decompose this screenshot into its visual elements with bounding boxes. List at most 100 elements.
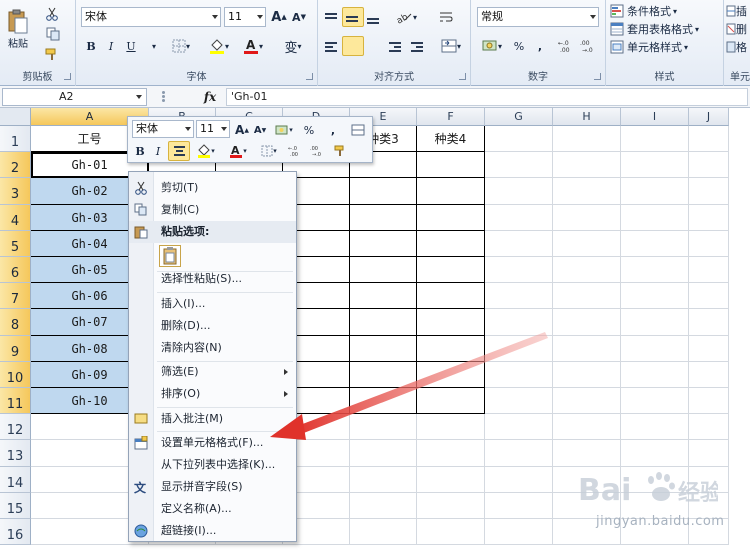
row-header-4[interactable]: 4: [0, 204, 31, 231]
cell-g11[interactable]: [485, 388, 553, 415]
cell-f8[interactable]: [417, 309, 485, 336]
cell-f12[interactable]: [417, 414, 485, 441]
copy-button[interactable]: [40, 24, 68, 44]
cell-j11[interactable]: [689, 388, 729, 415]
insert-function-button[interactable]: fx: [198, 88, 222, 106]
alignment-launcher[interactable]: [459, 73, 466, 80]
cell-f7[interactable]: [417, 283, 485, 310]
mini-center-button[interactable]: [168, 141, 190, 161]
cell-f9[interactable]: [417, 335, 485, 362]
formula-input[interactable]: 'Gh-01: [226, 88, 748, 106]
cell-j6[interactable]: [689, 257, 729, 284]
cell-i11[interactable]: [621, 388, 689, 415]
mini-decrease-decimal-button[interactable]: .00 →.0: [308, 141, 328, 161]
cell-e4[interactable]: [350, 204, 417, 231]
increase-indent-button[interactable]: [408, 36, 428, 56]
mini-increase-decimal-button[interactable]: ←.0.00: [286, 141, 306, 161]
row-header-9[interactable]: 9: [0, 335, 31, 362]
cell-e3[interactable]: [350, 178, 417, 205]
cell-i2[interactable]: [621, 152, 689, 179]
align-center-button[interactable]: [342, 36, 364, 56]
cell-e13[interactable]: [350, 440, 417, 467]
mini-fill-color-button[interactable]: ▾: [192, 141, 220, 161]
cell-f3[interactable]: [417, 178, 485, 205]
column-header-h[interactable]: H: [553, 108, 621, 126]
font-name-combo[interactable]: 宋体: [81, 7, 221, 27]
cell-j4[interactable]: [689, 204, 729, 231]
cell-styles-button[interactable]: 单元格样式 ▾: [610, 37, 722, 57]
cell-g2[interactable]: [485, 152, 553, 179]
menu-item-insert[interactable]: 插入(I)...: [129, 293, 296, 315]
row-header-14[interactable]: 14: [0, 466, 31, 493]
format-cells-ribbon-button[interactable]: 格: [726, 37, 750, 57]
cell-j3[interactable]: [689, 178, 729, 205]
cell-h1[interactable]: [553, 126, 621, 153]
cell-e16[interactable]: [350, 519, 417, 546]
underline-button[interactable]: U: [122, 36, 140, 56]
cell-j2[interactable]: [689, 152, 729, 179]
column-header-i[interactable]: I: [621, 108, 689, 126]
cell-j10[interactable]: [689, 361, 729, 388]
cell-j7[interactable]: [689, 283, 729, 310]
row-header-3[interactable]: 3: [0, 178, 31, 205]
cell-h9[interactable]: [553, 335, 621, 362]
cell-g3[interactable]: [485, 178, 553, 205]
menu-item-copy[interactable]: 复制(C): [129, 199, 296, 221]
name-box[interactable]: A2: [2, 88, 147, 106]
insert-cells-button[interactable]: 插: [726, 1, 750, 21]
menu-item-format-cells[interactable]: 设置单元格格式(F)...: [129, 432, 296, 454]
cell-g16[interactable]: [485, 519, 553, 546]
accounting-format-button[interactable]: ▾: [477, 36, 507, 56]
phonetic-button[interactable]: 变 ▾: [278, 36, 308, 56]
cell-i8[interactable]: [621, 309, 689, 336]
align-left-button[interactable]: [322, 36, 342, 56]
splitter-handle[interactable]: [162, 95, 165, 98]
cell-h6[interactable]: [553, 257, 621, 284]
percent-button[interactable]: %: [509, 36, 529, 56]
cell-g8[interactable]: [485, 309, 553, 336]
menu-item-pick-from-list[interactable]: 从下拉列表中选择(K)...: [129, 454, 296, 476]
align-top-button[interactable]: [322, 7, 342, 27]
row-header-13[interactable]: 13: [0, 440, 31, 467]
cell-e5[interactable]: [350, 230, 417, 257]
mini-accounting-button[interactable]: ▾: [272, 120, 296, 140]
mini-grow-font-button[interactable]: A ▲: [234, 120, 250, 140]
menu-item-delete[interactable]: 删除(D)...: [129, 315, 296, 337]
cell-h13[interactable]: [553, 440, 621, 467]
increase-decimal-button[interactable]: ←.0.00: [557, 36, 577, 56]
mini-comma-button[interactable]: ,: [324, 120, 342, 140]
cell-f5[interactable]: [417, 230, 485, 257]
menu-item-hyperlink[interactable]: 超链接(I)...: [129, 520, 296, 542]
mini-merge-button[interactable]: [348, 120, 368, 140]
cell-e9[interactable]: [350, 335, 417, 362]
mini-font-color-button[interactable]: A ▾: [224, 141, 252, 161]
cell-i4[interactable]: [621, 204, 689, 231]
row-header-5[interactable]: 5: [0, 230, 31, 257]
cell-g10[interactable]: [485, 361, 553, 388]
cell-j13[interactable]: [689, 440, 729, 467]
cell-f1[interactable]: 种类4: [417, 126, 485, 153]
cell-j12[interactable]: [689, 414, 729, 441]
row-header-11[interactable]: 11: [0, 388, 31, 415]
align-right-button[interactable]: [364, 36, 384, 56]
cell-g6[interactable]: [485, 257, 553, 284]
mini-percent-button[interactable]: %: [300, 120, 318, 140]
cell-g5[interactable]: [485, 230, 553, 257]
row-header-7[interactable]: 7: [0, 283, 31, 310]
cell-g1[interactable]: [485, 126, 553, 153]
cell-i7[interactable]: [621, 283, 689, 310]
column-header-g[interactable]: G: [485, 108, 553, 126]
bold-button[interactable]: B: [82, 36, 100, 56]
cell-i6[interactable]: [621, 257, 689, 284]
cell-f13[interactable]: [417, 440, 485, 467]
cell-g14[interactable]: [485, 466, 553, 493]
cell-f16[interactable]: [417, 519, 485, 546]
mini-shrink-font-button[interactable]: A ▼: [252, 120, 268, 140]
cell-j1[interactable]: [689, 126, 729, 153]
align-middle-button[interactable]: [342, 7, 364, 27]
mini-font-size-combo[interactable]: 11: [196, 120, 230, 138]
wrap-text-button[interactable]: [436, 7, 456, 27]
cell-e6[interactable]: [350, 257, 417, 284]
format-as-table-button[interactable]: 套用表格格式 ▾: [610, 19, 722, 39]
cell-g9[interactable]: [485, 335, 553, 362]
